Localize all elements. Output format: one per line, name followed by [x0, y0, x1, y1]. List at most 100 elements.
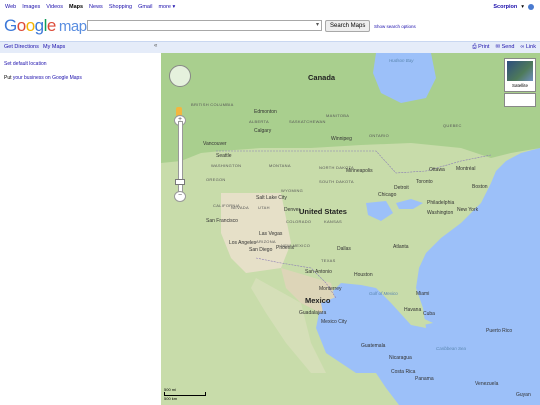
label-toronto: Toronto [416, 179, 433, 185]
label-panama: Panama [415, 376, 434, 382]
state-manitoba: MANITOBA [326, 113, 350, 118]
label-chicago: Chicago [378, 192, 397, 198]
label-havana: Havana [404, 307, 422, 313]
panel-header-bar: Get Directions My Maps « ⎙ Print ✉ Send … [0, 41, 540, 53]
label-los-angeles: Los Angeles [229, 240, 257, 246]
get-directions-link[interactable]: Get Directions [4, 44, 39, 50]
state-south-dakota: SOUTH DAKOTA [319, 179, 354, 184]
nav-gmail[interactable]: Gmail [138, 4, 152, 10]
label-miami: Miami [416, 291, 430, 297]
chevron-down-icon[interactable]: ▾ [316, 21, 319, 28]
nav-news[interactable]: News [89, 4, 103, 10]
user-menu-icon[interactable]: ▾ [521, 4, 524, 10]
label-san-francisco: San Francisco [206, 218, 238, 224]
business-link[interactable]: your business on Google Maps [13, 75, 82, 81]
state-british-columbia: BRITISH COLUMBIA [191, 102, 234, 107]
nav-shopping[interactable]: Shopping [109, 4, 132, 10]
top-bar: Web Images Videos Maps News Shopping Gma… [0, 0, 540, 14]
state-texas: TEXAS [321, 258, 336, 263]
zoom-slider-track[interactable] [178, 121, 183, 201]
state-ontario: ONTARIO [369, 133, 390, 138]
map-canvas[interactable]: Canada United States Mexico Hudson Bay G… [161, 53, 540, 405]
search-input[interactable] [88, 21, 312, 30]
state-california: CALIFORNIA [213, 203, 241, 208]
label-new-york: New York [457, 207, 479, 213]
label-cuba: Cuba [423, 311, 435, 317]
state-new-mexico: NEW MEXICO [281, 243, 311, 248]
pan-control[interactable] [169, 65, 191, 87]
nav-images[interactable]: Images [22, 4, 40, 10]
label-atlanta: Atlanta [393, 244, 409, 250]
state-wyoming: WYOMING [281, 188, 304, 193]
state-kansas: KANSAS [324, 219, 343, 224]
nav-more[interactable]: more ▾ [158, 4, 175, 10]
satellite-toggle[interactable]: Satellite [504, 58, 536, 92]
label-nicaragua: Nicaragua [389, 355, 412, 361]
nav-maps[interactable]: Maps [69, 4, 83, 10]
label-houston: Houston [354, 272, 373, 278]
search-maps-button[interactable]: Search Maps [325, 20, 371, 32]
label-edmonton: Edmonton [254, 109, 277, 115]
satellite-label: Satellite [511, 83, 528, 88]
label-philadelphia: Philadelphia [427, 200, 455, 206]
nav-videos[interactable]: Videos [46, 4, 63, 10]
zoom-slider-handle[interactable] [175, 179, 185, 185]
label-calgary: Calgary [254, 128, 272, 134]
label-montreal: Montréal [456, 166, 476, 172]
label-monterrey: Monterrey [319, 286, 342, 292]
state-washington: WASHINGTON [211, 163, 242, 168]
business-promo: Put your business on Google Maps [4, 75, 82, 81]
label-caribbean-sea: Caribbean Sea [436, 346, 467, 351]
label-detroit: Detroit [394, 185, 409, 191]
map-actions: ⎙ Print ✉ Send ∞ Link [472, 44, 536, 51]
my-maps-link[interactable]: My Maps [43, 44, 65, 50]
gear-icon[interactable] [528, 4, 534, 10]
state-quebec: QUEBEC [443, 123, 462, 128]
label-vancouver: Vancouver [203, 141, 227, 147]
map-layers-control[interactable] [504, 93, 536, 107]
label-mexico: Mexico [305, 296, 331, 305]
label-boston: Boston [472, 184, 488, 190]
google-maps-logo[interactable]: Google maps [4, 16, 94, 36]
label-mexico-city: Mexico City [321, 319, 347, 325]
set-default-location-link[interactable]: Set default location [4, 61, 47, 67]
label-hudson-bay: Hudson Bay [389, 58, 414, 63]
label-dallas: Dallas [337, 246, 351, 252]
label-venezuela: Venezuela [475, 381, 499, 387]
account-area: Scorpion ▾ [493, 4, 534, 10]
search-box[interactable]: ▾ [87, 20, 322, 31]
logo-google: Google [4, 16, 56, 35]
send-link[interactable]: ✉ Send [495, 44, 514, 51]
label-guatemala: Guatemala [361, 343, 386, 349]
state-north-dakota: NORTH DAKOTA [319, 165, 355, 170]
label-las-vegas: Las Vegas [259, 231, 283, 237]
user-name[interactable]: Scorpion [493, 4, 517, 10]
label-gulf-of-mexico: Gulf of Mexico [369, 291, 398, 296]
label-united-states: United States [299, 207, 347, 216]
collapse-panel-icon[interactable]: « [154, 43, 157, 49]
scale-bar: 500 mi 500 km [164, 387, 206, 401]
top-nav: Web Images Videos Maps News Shopping Gma… [5, 4, 175, 10]
state-alberta: ALBERTA [249, 119, 269, 124]
label-san-antonio: San Antonio [305, 269, 332, 275]
business-prefix: Put [4, 75, 12, 81]
label-denver: Denver [284, 207, 301, 213]
label-seattle: Seattle [216, 153, 232, 159]
label-winnipeg: Winnipeg [331, 136, 352, 142]
state-montana: MONTANA [269, 163, 291, 168]
link-link[interactable]: ∞ Link [520, 44, 536, 51]
label-washington: Washington [427, 210, 454, 216]
label-salt-lake: Salt Lake City [256, 195, 287, 201]
label-ottawa: Ottawa [429, 167, 445, 173]
state-utah: UTAH [258, 205, 270, 210]
satellite-thumbnail [507, 61, 533, 81]
zoom-out-button[interactable]: − [174, 191, 186, 202]
nav-web[interactable]: Web [5, 4, 16, 10]
label-san-diego: San Diego [249, 247, 273, 253]
left-panel: Set default location Put your business o… [0, 53, 161, 405]
show-search-options-link[interactable]: Show search options [374, 24, 416, 29]
print-link[interactable]: ⎙ Print [472, 44, 489, 51]
link-label: Link [525, 44, 536, 50]
label-guyana: Guyan [516, 392, 531, 398]
label-guadalajara: Guadalajara [299, 310, 327, 316]
